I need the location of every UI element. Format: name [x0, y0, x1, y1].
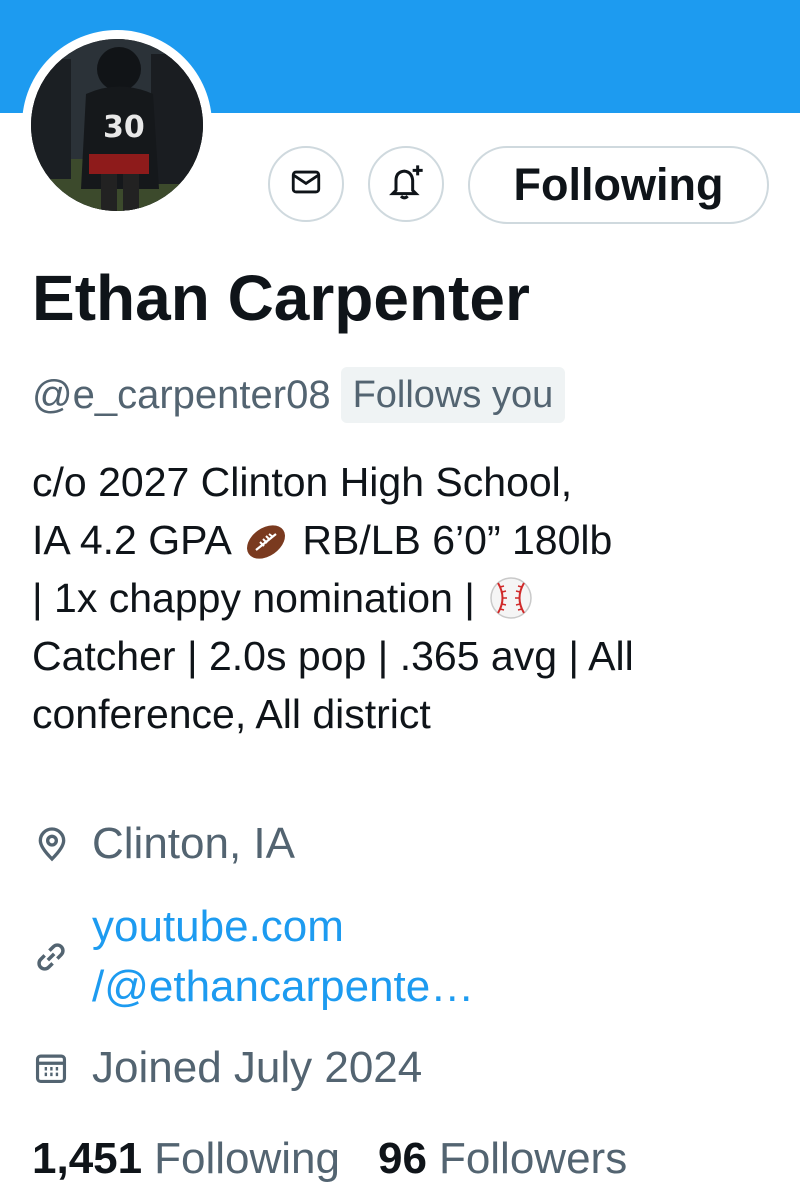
following-count: 1,451	[32, 1134, 143, 1183]
following-label: Following	[154, 1134, 340, 1183]
bio-line: conference, All district	[32, 685, 782, 743]
location-text: Clinton, IA	[92, 819, 295, 868]
bio-line: IA 4.2 GPA RB/LB 6’0” 180lb	[32, 511, 782, 569]
calendar-icon	[32, 1039, 78, 1097]
follow-stats: 1,451 Following 96 Followers	[32, 1129, 665, 1189]
followers-label: Followers	[438, 1134, 628, 1183]
location-row: Clinton, IA	[32, 815, 295, 873]
bio-text: | 1x chappy nomination |	[32, 575, 475, 621]
avatar-jersey-number: 30	[103, 110, 145, 145]
message-button[interactable]	[268, 146, 344, 222]
bio-line: | 1x chappy nomination |	[32, 569, 782, 627]
followers-count: 96	[377, 1134, 427, 1183]
bio-text: IA 4.2 GPA	[32, 517, 230, 563]
joined-date: Joined July 2024	[92, 1043, 423, 1092]
display-name: Ethan Carpenter	[32, 262, 530, 334]
following-stat[interactable]: 1,451 Following	[32, 1129, 340, 1189]
bio-text: Catcher | 2.0s pop | .365 avg | All	[32, 633, 634, 679]
bio-line: Catcher | 2.0s pop | .365 avg | All	[32, 627, 782, 685]
mail-icon	[289, 165, 323, 204]
location-pin-icon	[32, 815, 78, 873]
bio-text: RB/LB 6’0” 180lb	[302, 517, 613, 563]
website-link-line[interactable]: /@ethancarpente…	[92, 957, 474, 1017]
bio-text: c/o 2027 Clinton High School,	[32, 459, 573, 505]
bell-plus-icon	[386, 162, 426, 207]
follows-you-badge: Follows you	[340, 367, 566, 423]
avatar-photo: 30	[31, 39, 203, 211]
following-button[interactable]: Following	[468, 146, 769, 224]
avatar[interactable]: 30	[22, 30, 212, 220]
joined-row: Joined July 2024	[32, 1039, 422, 1097]
username-handle: @e_carpenter08	[32, 372, 331, 417]
notifications-button[interactable]	[368, 146, 444, 222]
link-icon	[32, 897, 78, 1017]
website-link[interactable]: youtube.com /@ethancarpente…	[92, 897, 474, 1017]
profile-bio: c/o 2027 Clinton High School, IA 4.2 GPA…	[32, 453, 782, 743]
bio-text: conference, All district	[32, 691, 431, 737]
bio-line: c/o 2027 Clinton High School,	[32, 453, 782, 511]
handle-row: @e_carpenter08 Follows you	[32, 366, 566, 424]
website-row: youtube.com /@ethancarpente…	[32, 897, 474, 1017]
website-link-line[interactable]: youtube.com	[92, 897, 474, 957]
followers-stat[interactable]: 96 Followers	[378, 1129, 627, 1189]
